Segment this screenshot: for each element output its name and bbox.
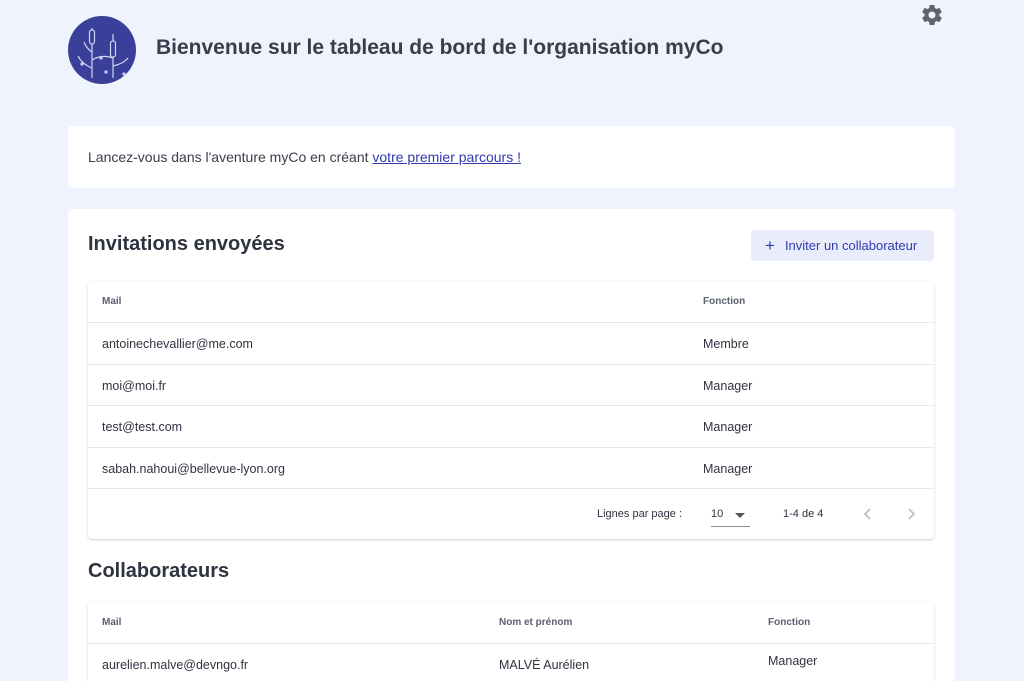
invitations-title: Invitations envoyées — [88, 233, 285, 255]
row-fonction: Manager — [703, 378, 753, 393]
column-header-fonction[interactable]: Fonction — [768, 617, 810, 628]
column-header-mail[interactable]: Mail — [102, 617, 121, 628]
table-row[interactable]: sabah.nahoui@bellevue-lyon.org Manager — [88, 448, 934, 489]
rows-per-page-select[interactable]: 10 — [711, 505, 750, 527]
plus-icon: + — [765, 236, 775, 255]
row-mail: sabah.nahoui@bellevue-lyon.org — [102, 461, 285, 476]
getting-started-banner: Lancez-vous dans l'aventure myCo en créa… — [68, 126, 955, 188]
row-fonction: Manager — [703, 461, 753, 476]
first-journey-link[interactable]: votre premier parcours ! — [372, 149, 521, 165]
row-name: MALVÉ Aurélien — [499, 658, 590, 672]
column-header-name[interactable]: Nom et prénom — [499, 617, 572, 628]
row-mail: test@test.com — [102, 420, 183, 434]
row-mail: moi@moi.fr — [102, 378, 167, 393]
invite-collaborator-label: Inviter un collaborateur — [784, 238, 918, 253]
rows-per-page-label: Lignes par page : — [597, 508, 683, 520]
invite-collaborator-button[interactable]: + Inviter un collaborateur — [751, 230, 934, 261]
collaborators-title: Collaborateurs — [88, 560, 230, 582]
main-panel: Invitations envoyées + Inviter un collab… — [68, 209, 955, 681]
previous-page-icon[interactable] — [859, 505, 877, 523]
row-fonction: Manager — [768, 654, 818, 668]
invitations-table: Mail Fonction antoinechevallier@me.com M… — [88, 281, 934, 539]
pagination: Lignes par page : 10 1-4 de 4 — [88, 489, 934, 539]
row-fonction: Membre — [703, 337, 749, 351]
row-mail: antoinechevallier@me.com — [102, 337, 253, 351]
page-title: Bienvenue sur le tableau de bord de l'or… — [156, 36, 724, 59]
table-row[interactable]: aurelien.malve@devngo.fr MALVÉ Aurélien … — [88, 644, 934, 681]
pagination-range: 1-4 de 4 — [783, 508, 824, 520]
collaborators-table: Mail Nom et prénom Fonction aurelien.mal… — [88, 602, 934, 681]
gear-icon[interactable] — [920, 3, 944, 27]
page-header: Bienvenue sur le tableau de bord de l'or… — [0, 0, 1024, 110]
column-header-mail[interactable]: Mail — [102, 296, 121, 307]
table-header: Mail Fonction — [88, 281, 934, 323]
table-row[interactable]: antoinechevallier@me.com Membre — [88, 323, 934, 365]
table-row[interactable]: moi@moi.fr Manager — [88, 365, 934, 406]
table-row[interactable]: test@test.com Manager — [88, 406, 934, 448]
rows-per-page-value: 10 — [711, 508, 724, 520]
column-header-fonction[interactable]: Fonction — [703, 296, 745, 307]
row-mail: aurelien.malve@devngo.fr — [102, 658, 249, 672]
myco-logo-icon — [68, 16, 136, 84]
next-page-icon[interactable] — [902, 505, 920, 523]
banner-message: Lancez-vous dans l'aventure myCo en créa… — [88, 149, 373, 165]
row-fonction: Manager — [703, 420, 753, 434]
table-header: Mail Nom et prénom Fonction — [88, 602, 934, 644]
chevron-down-icon — [735, 513, 745, 518]
banner-text: Lancez-vous dans l'aventure myCo en créa… — [88, 149, 521, 165]
